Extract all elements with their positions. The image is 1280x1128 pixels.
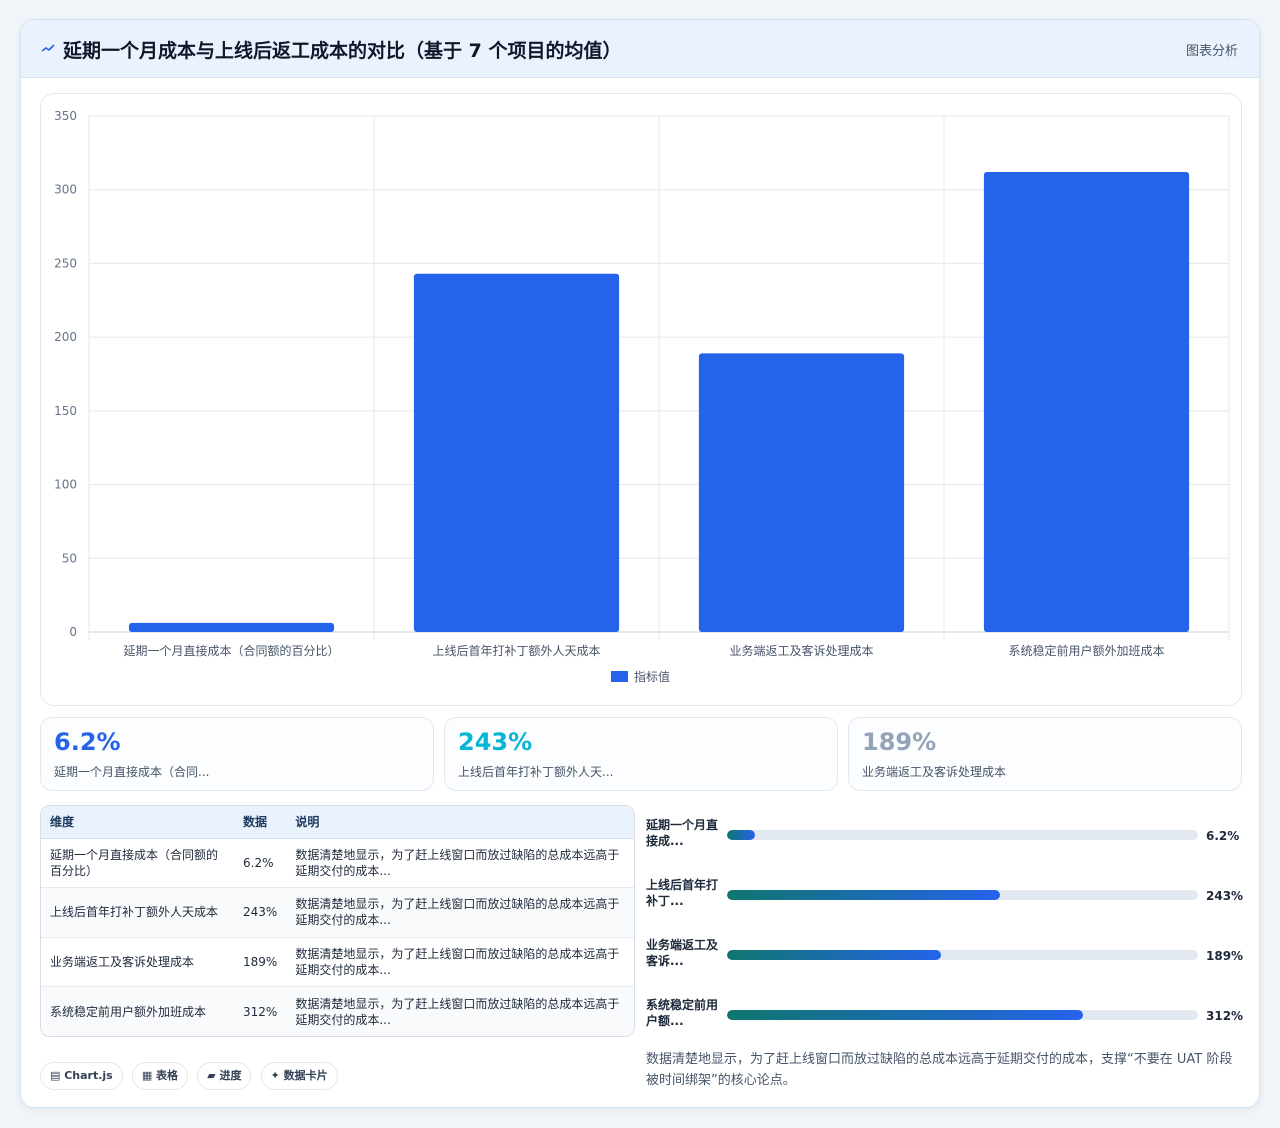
table-cell: 延期一个月直接成本（合同额的百分比） — [50, 847, 219, 878]
bar — [128, 622, 335, 632]
progress-value: 6.2% — [1206, 829, 1240, 843]
progress-label: 上线后首年打补丁... — [646, 878, 719, 908]
progress-label: 业务端返工及客诉... — [646, 938, 719, 968]
progress-label: 延期一个月直接成... — [646, 818, 719, 848]
table-cell: 数据清楚地显示，为了赶上线窗口而放过缺陷的总成本远高于延期交付的成本... — [295, 847, 620, 878]
stat-label: 延期一个月直接成本（合同... — [54, 765, 210, 779]
table-cell: 312% — [234, 986, 287, 1036]
tag-chartjs[interactable]: ▤ Chart.js — [40, 1062, 123, 1090]
tag-table[interactable]: ▦ 表格 — [131, 1062, 189, 1090]
table-cell: 上线后首年打补丁额外人天成本 — [41, 887, 234, 937]
progress-row: 业务端返工及客诉... 189% — [646, 937, 1246, 977]
table-cell: 数据清楚地显示，为了赶上线窗口而放过缺陷的总成本远高于延期交付的成本... — [286, 986, 634, 1036]
progress-value: 243% — [1206, 889, 1244, 903]
table-row: 上线后首年打补丁额外人天成本 243% 数据清楚地显示，为了赶上线窗口而放过缺陷… — [41, 887, 634, 937]
y-tick-label: 50 — [62, 551, 77, 565]
progress-fill — [727, 1010, 1083, 1020]
bar — [983, 172, 1190, 632]
x-tick-label: 上线后首年打补丁额外人天成本 — [432, 644, 600, 658]
stat-label: 上线后首年打补丁额外人天... — [458, 765, 614, 779]
y-tick-label: 100 — [54, 478, 77, 492]
progress-fill — [727, 890, 1001, 900]
table-row: 系统稳定前用户额外加班成本 312% 数据清楚地显示，为了赶上线窗口而放过缺陷的… — [41, 986, 634, 1036]
stat-value: 6.2% — [54, 728, 121, 756]
progress-row: 延期一个月直接成... 6.2% — [646, 817, 1246, 857]
table-cell: 系统稳定前用户额外加班成本 — [41, 986, 234, 1036]
y-tick-label: 150 — [54, 404, 77, 418]
progress-row: 系统稳定前用户额... 312% — [646, 997, 1246, 1037]
progress-track — [727, 890, 1198, 900]
bar — [413, 273, 620, 632]
table-cell: 6.2% — [243, 855, 274, 870]
stat-card: 6.2% 延期一个月直接成本（合同... — [40, 717, 434, 791]
table-cell: 189% — [234, 936, 287, 987]
card-header: 延期一个月成本与上线后返工成本的对比（基于 7 个项目的均值） 图表分析 — [21, 20, 1259, 78]
y-tick-label: 350 — [54, 109, 77, 123]
progress-fill — [727, 950, 942, 960]
progress-track — [727, 1010, 1198, 1020]
progress-fill — [727, 830, 756, 840]
stat-value: 243% — [458, 728, 533, 756]
chart-title: 延期一个月成本与上线后返工成本的对比（基于 7 个项目的均值） — [63, 40, 622, 62]
summary-note: 数据清楚地显示，为了赶上线窗口而放过缺陷的总成本远高于延期交付的成本，支撑“不要… — [646, 1052, 1233, 1088]
table-cell: 数据清楚地显示，为了赶上线窗口而放过缺陷的总成本远高于延期交付的成本... — [286, 936, 634, 987]
wave-icon — [41, 44, 55, 52]
stat-label: 业务端返工及客诉处理成本 — [862, 765, 1007, 779]
column-header: 说明 — [286, 806, 634, 839]
table-cell: 243% — [234, 887, 287, 937]
bar — [698, 353, 905, 632]
progress-value: 189% — [1206, 949, 1244, 963]
x-tick-label: 业务端返工及客诉处理成本 — [729, 643, 873, 658]
x-tick-label: 延期一个月直接成本（合同额的百分比） — [123, 643, 339, 658]
legend-label: 指标值 — [634, 669, 670, 684]
y-tick-label: 300 — [54, 183, 77, 197]
x-tick-label: 系统稳定前用户额外加班成本 — [1008, 643, 1164, 658]
tag-row: ▤ Chart.js ▦ 表格 ▰ 进度 ✦ 数据卡片 — [40, 1062, 342, 1090]
table-cell: 数据清楚地显示，为了赶上线窗口而放过缺陷的总成本远高于延期交付的成本... — [286, 887, 634, 937]
table-row: 业务端返工及客诉处理成本 189% 数据清楚地显示，为了赶上线窗口而放过缺陷的总… — [41, 936, 634, 987]
column-header: 维度 — [41, 806, 234, 839]
stat-value: 189% — [862, 728, 937, 756]
tag-data-cards[interactable]: ✦ 数据卡片 — [260, 1062, 338, 1090]
progress-row: 上线后首年打补丁... 243% — [646, 877, 1246, 917]
table-row: 延期一个月直接成本（合同额的百分比） 6.2% 数据清楚地显示，为了赶上线窗口而… — [41, 838, 634, 888]
progress-value: 312% — [1206, 1009, 1244, 1023]
progress-track — [727, 830, 1198, 840]
chart-card: 延期一个月成本与上线后返工成本的对比（基于 7 个项目的均值） 图表分析 0 50… — [20, 19, 1260, 1108]
y-tick-label: 250 — [54, 256, 77, 270]
progress-track — [727, 950, 1198, 960]
y-tick-label: 200 — [54, 330, 77, 344]
table-cell: 业务端返工及客诉处理成本 — [41, 936, 234, 987]
legend-swatch — [611, 671, 628, 682]
data-table: 维度 数据 说明 延期一个月直接成本（合同额的百分比） 6.2% 数据清楚地显示… — [40, 805, 635, 1037]
stat-card: 243% 上线后首年打补丁额外人天... — [444, 717, 838, 791]
y-tick-label: 0 — [69, 625, 77, 639]
bar-chart: 0 50 100 150 200 250 300 350 延期一个月直接成本（合同额的百分比） 上… — [40, 93, 1242, 706]
column-header: 数据 — [234, 806, 287, 839]
chart-canvas: 0 50 100 150 200 250 300 350 延期一个月直接成本（合同额的百分比） 上… — [54, 109, 1230, 684]
stat-card: 189% 业务端返工及客诉处理成本 — [848, 717, 1242, 791]
chart-analysis-link[interactable]: 图表分析 — [1186, 40, 1238, 59]
progress-label: 系统稳定前用户额... — [646, 998, 719, 1028]
tag-progress[interactable]: ▰ 进度 — [197, 1062, 252, 1090]
